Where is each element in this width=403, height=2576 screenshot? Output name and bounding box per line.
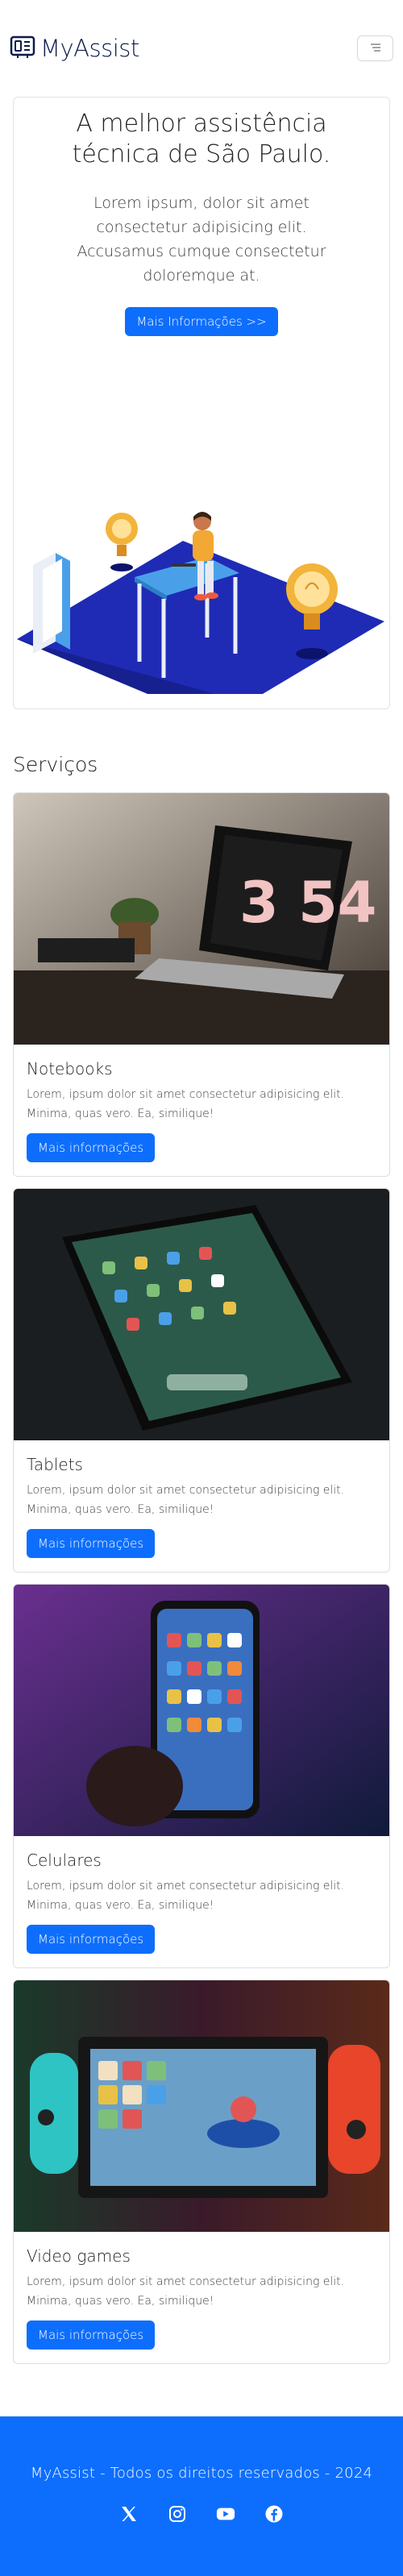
card-text: Lorem, ipsum dolor sit amet consectetur … <box>27 2275 345 2308</box>
x-icon[interactable] <box>119 2504 139 2524</box>
card-title: Notebooks <box>27 1059 113 1078</box>
hero-illustration <box>17 512 384 694</box>
hero-text: Lorem ipsum, dolor sit amet consectetur … <box>77 194 326 285</box>
card-text: Lorem, ipsum dolor sit amet consectetur … <box>27 1484 345 1516</box>
console-photo <box>14 1980 389 2232</box>
tablets-more-info-button[interactable]: Mais informações <box>27 1529 156 1558</box>
card-text: Lorem, ipsum dolor sit amet consectetur … <box>27 1880 345 1912</box>
footer-text: MyAssist - Todos os direitos reservados … <box>30 2465 373 2482</box>
brand-link[interactable]: MyAssist <box>10 34 139 63</box>
footer: MyAssist - Todos os direitos reservados … <box>0 2416 403 2576</box>
instagram-icon[interactable] <box>168 2504 187 2524</box>
service-card-celulares: Celulares Lorem, ipsum dolor sit amet co… <box>13 1584 390 1968</box>
notebook-photo: 3 54 <box>14 793 389 1045</box>
brand-logo-icon <box>10 34 35 63</box>
facebook-icon[interactable] <box>264 2504 284 2524</box>
service-card-notebooks: 3 54 Notebooks Lorem, ipsum dolor sit am… <box>13 792 390 1177</box>
hamburger-icon <box>369 43 382 55</box>
navbar: MyAssist <box>0 0 403 97</box>
service-card-tablets: Tablets Lorem, ipsum dolor sit amet cons… <box>13 1188 390 1573</box>
card-title: Celulares <box>27 1851 102 1870</box>
services-title: Serviços <box>13 753 98 776</box>
card-text: Lorem, ipsum dolor sit amet consectetur … <box>27 1088 345 1120</box>
menu-toggle-button[interactable] <box>357 35 393 61</box>
social-links <box>0 2504 403 2524</box>
card-title: Tablets <box>27 1455 83 1474</box>
notebooks-more-info-button[interactable]: Mais informações <box>27 1133 156 1162</box>
video-games-more-info-button[interactable]: Mais informações <box>27 2320 156 2350</box>
youtube-icon[interactable] <box>216 2504 235 2524</box>
celulares-more-info-button[interactable]: Mais informações <box>27 1925 156 1954</box>
brand-name: MyAssist <box>40 35 139 62</box>
card-title: Video games <box>27 2246 131 2266</box>
tablet-photo <box>14 1189 389 1440</box>
notebook-clock-text: 3 54 <box>239 870 377 936</box>
hero-title: A melhor assistência técnica de São Paul… <box>72 110 331 168</box>
service-card-video-games: Video games Lorem, ipsum dolor sit amet … <box>13 1980 390 2364</box>
hero-card: A melhor assistência técnica de São Paul… <box>13 97 390 709</box>
phone-photo <box>14 1585 389 1836</box>
hero-more-info-button[interactable]: Mais Informações >> <box>125 307 278 336</box>
